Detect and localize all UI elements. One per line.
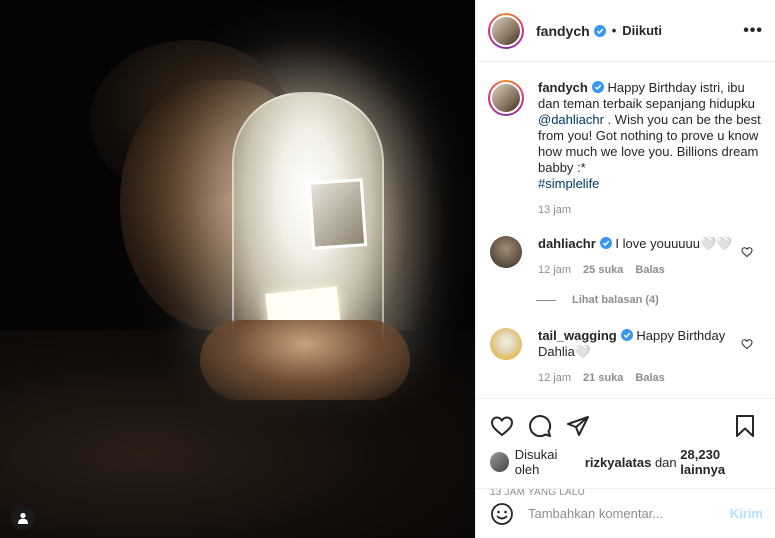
comment-time: 12 jam (538, 372, 572, 384)
commenter-username[interactable]: tail_wagging (538, 328, 617, 343)
separator-dot: • (611, 23, 617, 38)
action-icons (490, 407, 763, 445)
post-actions: Disukai oleh rizkyalatas dan 28,230 lain… (476, 398, 775, 498)
likes-summary: Disukai oleh rizkyalatas dan 28,230 lain… (490, 447, 763, 477)
tagged-users-button[interactable] (11, 506, 35, 530)
user-icon (18, 512, 28, 524)
avatar-image (490, 14, 522, 47)
verified-badge-icon (591, 81, 604, 93)
post-sidebar: fandych • Diikuti ••• fandych Happy Birt… (475, 0, 775, 538)
comment-time: 12 jam (538, 264, 572, 276)
add-comment-bar: Kirim (476, 488, 775, 538)
post-header: fandych • Diikuti ••• (476, 0, 775, 62)
caption-username[interactable]: fandych (538, 80, 588, 95)
avatar-image (490, 82, 522, 114)
comment-body: I love youuuuu🤍🤍 (615, 236, 733, 251)
comment-input[interactable] (528, 506, 730, 521)
caption-avatar[interactable] (488, 80, 524, 116)
liked-by-middle: dan (654, 454, 677, 470)
comment-item: tail_wagging Happy Birthday Dahlia🤍 12 j… (488, 328, 763, 384)
comments-list[interactable]: fandych Happy Birthday istri, ibu dan te… (476, 62, 775, 398)
caption-mention[interactable]: @dahliachr (538, 112, 604, 127)
view-replies-label: Lihat balasan (4) (572, 294, 659, 306)
instagram-post: fandych • Diikuti ••• fandych Happy Birt… (0, 0, 775, 538)
bookmark-icon[interactable] (733, 414, 757, 438)
more-options-button[interactable]: ••• (743, 22, 763, 40)
comment-item: dahliachr I love youuuuu🤍🤍 12 jam 25 suk… (488, 236, 763, 276)
liker-avatar[interactable] (490, 452, 509, 472)
like-heart-icon[interactable] (490, 414, 514, 438)
comment-likes[interactable]: 21 suka (583, 372, 623, 384)
comment-meta: 12 jam 21 suka Balas (538, 372, 738, 384)
share-paper-plane-icon[interactable] (566, 414, 590, 438)
caption-meta: 13 jam (538, 204, 763, 216)
caption-hashtag[interactable]: #simplelife (538, 176, 599, 191)
caption-text: fandych Happy Birthday istri, ibu dan te… (538, 80, 763, 192)
like-comment-heart-icon[interactable] (741, 246, 753, 258)
post-photo[interactable] (0, 0, 475, 538)
photo-polaroid (307, 178, 368, 250)
commenter-avatar[interactable] (490, 328, 522, 360)
verified-badge-icon (599, 237, 612, 249)
commenter-avatar[interactable] (490, 236, 522, 268)
emoji-icon[interactable] (490, 502, 514, 526)
likes-count[interactable]: 28,230 lainnya (680, 447, 763, 477)
caption: fandych Happy Birthday istri, ibu dan te… (488, 80, 763, 216)
verified-badge-icon (593, 24, 606, 37)
commenter-username[interactable]: dahliachr (538, 236, 596, 251)
comment-bubble-icon[interactable] (528, 414, 552, 438)
replies-line (536, 299, 556, 301)
send-comment-button[interactable]: Kirim (730, 506, 763, 521)
comment-text: tail_wagging Happy Birthday Dahlia🤍 (538, 328, 738, 360)
comment-likes[interactable]: 25 suka (583, 264, 623, 276)
author-username[interactable]: fandych (536, 23, 590, 39)
reply-button[interactable]: Balas (635, 372, 664, 384)
liker-username[interactable]: rizkyalatas (585, 455, 652, 470)
following-button[interactable]: Diikuti (622, 23, 662, 38)
comment-meta: 12 jam 25 suka Balas (538, 264, 738, 276)
caption-time: 13 jam (538, 204, 572, 216)
verified-badge-icon (620, 329, 633, 341)
like-comment-heart-icon[interactable] (741, 338, 753, 350)
liked-by-prefix: Disukai oleh (514, 447, 558, 477)
reply-button[interactable]: Balas (635, 264, 664, 276)
photo-hands (200, 320, 410, 400)
comment-text: dahliachr I love youuuuu🤍🤍 (538, 236, 738, 252)
author-avatar[interactable] (488, 12, 524, 49)
view-replies-button[interactable]: Lihat balasan (4) (536, 294, 763, 306)
